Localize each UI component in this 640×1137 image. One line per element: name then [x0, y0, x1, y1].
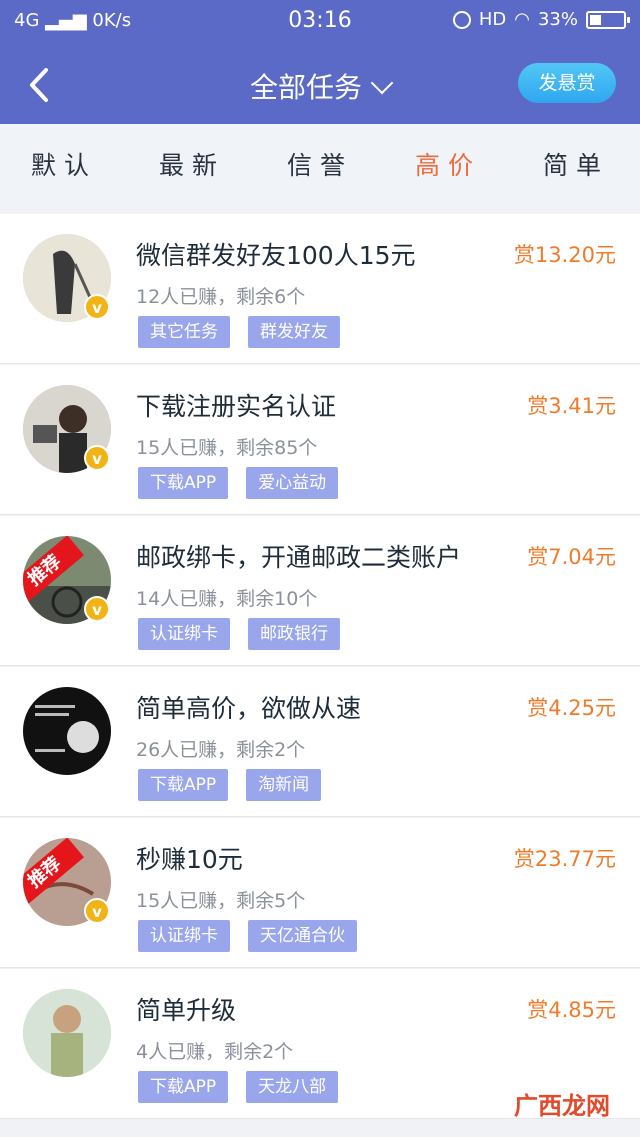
- task-tag[interactable]: 天亿通合伙: [248, 920, 357, 952]
- tab-3[interactable]: 高价: [384, 124, 512, 208]
- alarm-icon: [452, 10, 471, 29]
- task-tag[interactable]: 其它任务: [138, 316, 230, 348]
- task-tags: 认证绑卡 邮政银行: [138, 618, 340, 650]
- task-title: 下载注册实名认证: [136, 392, 337, 421]
- avatar: [23, 989, 111, 1077]
- task-item[interactable]: 推荐 v 邮政绑卡，开通邮政二类账户 14人已赚，剩余10个 赏7.04元 认证绑卡 邮政银…: [0, 516, 640, 666]
- task-list: v 微信群发好友100人15元 12人已赚，剩余6个 赏13.20元 其它任务 群发好友 v…: [0, 214, 640, 1119]
- verified-badge-icon: v: [84, 596, 110, 622]
- verified-badge-icon: v: [84, 445, 110, 471]
- task-tag[interactable]: 爱心益动: [246, 467, 339, 499]
- task-tags: 其它任务 群发好友: [138, 316, 340, 348]
- task-reward: 赏3.41元: [527, 394, 616, 418]
- app-header: 4G ▂▄▆ 0K/s 03:16 HD ◠ 33% 全部任务 发悬赏: [0, 0, 640, 124]
- task-tag[interactable]: 认证绑卡: [138, 618, 230, 650]
- task-item[interactable]: 推荐 v 秒赚10元 15人已赚，剩余5个 赏23.77元 认证绑卡 天亿通合伙: [0, 818, 640, 968]
- task-title: 微信群发好友100人15元: [136, 241, 416, 270]
- task-tags: 下载APP 淘新闻: [138, 769, 322, 801]
- task-tag[interactable]: 群发好友: [248, 316, 340, 348]
- page-title: 全部任务: [249, 71, 362, 104]
- avatar-image: [23, 687, 111, 775]
- task-meta: 14人已赚，剩余10个: [136, 588, 318, 610]
- status-bar: 4G ▂▄▆ 0K/s 03:16 HD ◠ 33%: [0, 0, 640, 44]
- avatar: [23, 687, 111, 775]
- task-reward: 赏4.85元: [527, 998, 616, 1022]
- hd-label: HD: [478, 9, 507, 30]
- tab-0[interactable]: 默认: [0, 124, 128, 208]
- tab-2[interactable]: 信誉: [256, 124, 384, 208]
- task-meta: 15人已赚，剩余5个: [136, 890, 306, 912]
- task-reward: 赏4.25元: [527, 696, 616, 720]
- task-tags: 下载APP 爱心益动: [138, 467, 339, 499]
- task-meta: 4人已赚，剩余2个: [136, 1041, 294, 1063]
- task-title: 简单升级: [136, 996, 237, 1025]
- task-tag[interactable]: 认证绑卡: [138, 920, 230, 952]
- avatar-image: [23, 989, 111, 1077]
- verified-badge-icon: v: [84, 898, 110, 924]
- task-title: 邮政绑卡，开通邮政二类账户: [136, 543, 462, 572]
- chevron-down-icon: [370, 71, 394, 95]
- task-item[interactable]: 简单高价，欲做从速 26人已赚，剩余2个 赏4.25元下载APP 淘新闻: [0, 667, 640, 817]
- task-reward: 赏23.77元: [513, 847, 616, 871]
- task-reward: 赏7.04元: [527, 545, 616, 569]
- task-tag[interactable]: 天龙八部: [246, 1071, 339, 1103]
- tab-4[interactable]: 简单: [512, 124, 640, 208]
- task-tags: 认证绑卡 天亿通合伙: [138, 920, 357, 952]
- task-meta: 12人已赚，剩余6个: [136, 286, 306, 308]
- task-tag[interactable]: 下载APP: [138, 769, 229, 801]
- task-tag[interactable]: 下载APP: [138, 467, 229, 499]
- post-reward-button[interactable]: 发悬赏: [518, 63, 616, 103]
- task-reward: 赏13.20元: [513, 243, 616, 267]
- wifi-icon: ◠: [514, 9, 530, 30]
- task-item[interactable]: v 下载注册实名认证 15人已赚，剩余85个 赏3.41元下载APP 爱心益动: [0, 365, 640, 515]
- task-meta: 15人已赚，剩余85个: [136, 437, 318, 459]
- battery-text: 33%: [537, 9, 578, 30]
- task-meta: 26人已赚，剩余2个: [136, 739, 306, 761]
- task-tags: 下载APP 天龙八部: [138, 1071, 339, 1103]
- tab-1[interactable]: 最新: [128, 124, 256, 208]
- task-title: 秒赚10元: [136, 845, 243, 874]
- task-title: 简单高价，欲做从速: [136, 694, 362, 723]
- task-tag[interactable]: 下载APP: [138, 1071, 229, 1103]
- watermark-logo: 广西龙网: [514, 1092, 610, 1120]
- task-tag[interactable]: 邮政银行: [248, 618, 340, 650]
- task-item[interactable]: v 微信群发好友100人15元 12人已赚，剩余6个 赏13.20元其它任务 群发好友: [0, 214, 640, 364]
- battery-icon: [586, 10, 630, 29]
- task-tag[interactable]: 淘新闻: [246, 769, 322, 801]
- verified-badge-icon: v: [84, 294, 110, 320]
- sort-tabs: 默认 最新 信誉 高价 简单: [0, 124, 640, 208]
